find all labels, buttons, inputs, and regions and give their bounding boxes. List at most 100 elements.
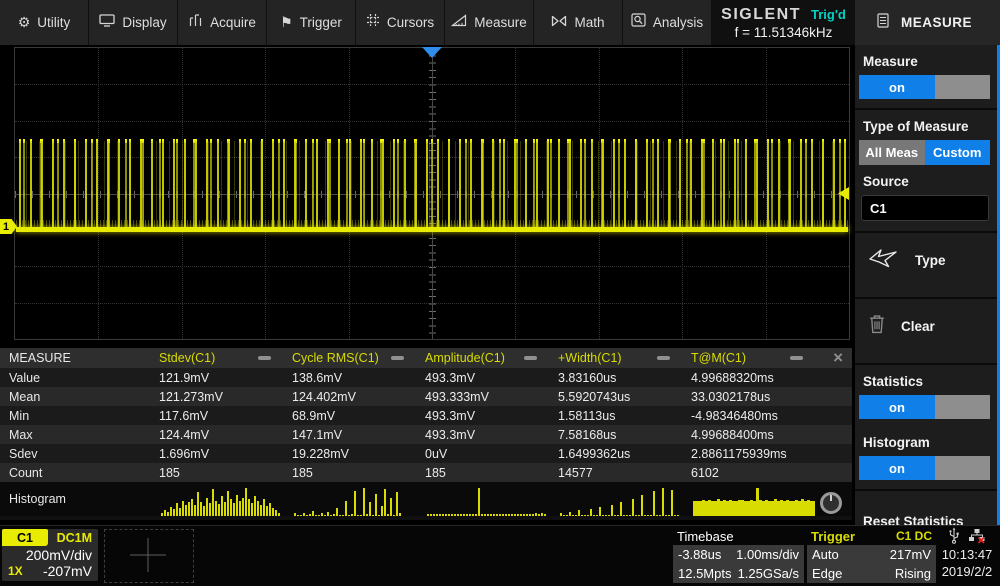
histogram-bar xyxy=(188,502,190,516)
minus-icon[interactable] xyxy=(524,356,537,360)
histogram-bar xyxy=(544,514,546,516)
statistics-toggle[interactable]: on xyxy=(859,395,990,419)
clear-button-label: Clear xyxy=(901,319,935,334)
close-icon[interactable]: × xyxy=(833,349,843,367)
histogram-bar xyxy=(575,515,577,516)
clear-button[interactable]: Clear xyxy=(855,299,997,354)
histogram-bar xyxy=(563,515,565,516)
minus-icon[interactable] xyxy=(657,356,670,360)
histogram-bar xyxy=(614,515,616,516)
menu-display-label: Display xyxy=(122,15,166,30)
histogram-bar xyxy=(173,509,175,516)
measurement-value: 7.58168us xyxy=(549,428,682,442)
histogram-bar xyxy=(656,515,658,516)
trigger-type: Edge xyxy=(812,566,872,581)
histogram-bar xyxy=(390,498,392,516)
all-meas-button[interactable]: All Meas xyxy=(859,140,925,165)
histogram-bar xyxy=(266,506,268,516)
pwidth-histogram xyxy=(558,486,682,516)
histogram-bar xyxy=(239,501,241,516)
menu-math[interactable]: Math xyxy=(534,0,623,45)
menu-measure[interactable]: Measure xyxy=(445,0,534,45)
histogram-bar xyxy=(611,505,613,516)
tam-histogram xyxy=(691,486,815,516)
minus-icon[interactable] xyxy=(258,356,271,360)
measurement-table: MEASURE Stdev(C1) Cycle RMS(C1) Amplitud… xyxy=(0,348,852,520)
stdev-histogram xyxy=(159,486,283,516)
siglent-logo: SIGLENT xyxy=(721,6,801,24)
histogram-bar xyxy=(294,513,296,516)
table-row: Value121.9mV138.6mV493.3mV3.83160us4.996… xyxy=(0,368,852,387)
histogram-bar xyxy=(179,508,181,516)
knob-icon[interactable] xyxy=(820,492,842,514)
histogram-bar xyxy=(626,515,628,516)
measure-toggle[interactable]: on xyxy=(859,75,990,99)
menu-display[interactable]: Display xyxy=(89,0,178,45)
measurement-value: -4.98346480ms xyxy=(682,409,815,423)
display-icon xyxy=(99,14,115,32)
histogram-bar xyxy=(182,501,184,516)
histogram-bar xyxy=(647,515,649,516)
type-icon xyxy=(868,247,900,274)
measurement-value: 124.402mV xyxy=(283,390,416,404)
menu-analysis[interactable]: Analysis xyxy=(623,0,712,45)
minus-icon[interactable] xyxy=(391,356,404,360)
row-label: Value xyxy=(0,371,150,385)
histogram-bar xyxy=(357,515,359,516)
histogram-bar xyxy=(306,515,308,516)
histogram-bar xyxy=(176,503,178,516)
table-row: Count185185185145776102 xyxy=(0,463,852,482)
table-row: Mean121.273mV124.402mV493.333mV5.5920743… xyxy=(0,387,852,406)
histogram-bar xyxy=(560,513,562,516)
histogram-bar xyxy=(517,514,519,516)
histogram-bar xyxy=(218,504,220,516)
source-select[interactable]: C1 xyxy=(861,195,989,221)
oscilloscope-screen: ⚙ Utility Display Acquire ⚑ Trigger Curs… xyxy=(0,0,1000,586)
measurement-value: 493.3mV xyxy=(416,428,549,442)
trigger-box[interactable]: Trigger C1 DC Auto 217mV Edge Rising xyxy=(807,528,936,584)
channel-1-info-box[interactable]: C1 DC1M 200mV/div 1X -207mV xyxy=(2,529,98,581)
menu-acquire[interactable]: Acquire xyxy=(178,0,267,45)
histogram-bar xyxy=(170,507,172,516)
row-label: Sdev xyxy=(0,447,150,461)
histogram-bar xyxy=(366,514,368,516)
channel-1-tab[interactable]: C1 xyxy=(2,529,48,546)
menu-trigger[interactable]: ⚑ Trigger xyxy=(267,0,356,45)
waveform-display[interactable]: 1 xyxy=(0,45,855,345)
timebase-title: Timebase xyxy=(673,528,804,545)
measurement-value: 147.1mV xyxy=(283,428,416,442)
menu-acquire-label: Acquire xyxy=(210,15,256,30)
measurement-value: 1.58113us xyxy=(549,409,682,423)
histogram-bar xyxy=(671,490,673,516)
histogram-bar xyxy=(321,513,323,516)
histogram-bar xyxy=(472,514,474,516)
type-button[interactable]: Type xyxy=(855,233,997,288)
histogram-bar xyxy=(345,501,347,516)
histogram-bar xyxy=(212,489,214,516)
trigger-position-marker[interactable] xyxy=(422,47,442,58)
measurement-value: 14577 xyxy=(549,466,682,480)
histogram-bar xyxy=(599,507,601,516)
histogram-bar xyxy=(309,514,311,516)
histogram-bar xyxy=(659,515,661,516)
cursors-icon xyxy=(366,13,380,32)
custom-button[interactable]: Custom xyxy=(925,140,991,165)
histogram-bar xyxy=(635,515,637,516)
histogram-bar xyxy=(167,512,169,516)
channel-1-marker-label: 1 xyxy=(3,221,9,233)
statistics-label: Statistics xyxy=(863,374,997,389)
menu-utility[interactable]: ⚙ Utility xyxy=(0,0,89,45)
channel-coupling: DC1M xyxy=(57,531,92,545)
histogram-bar xyxy=(236,495,238,516)
minus-icon[interactable] xyxy=(790,356,803,360)
histogram-bar xyxy=(475,514,477,516)
histogram-toggle[interactable]: on xyxy=(859,456,990,480)
measurement-value: 33.0302178us xyxy=(682,390,815,404)
trigger-status-badge: Trig'd xyxy=(811,7,846,22)
timebase-box[interactable]: Timebase -3.88us 1.00ms/div 12.5Mpts 1.2… xyxy=(673,528,804,584)
timebase-sample-rate: 1.25GSa/s xyxy=(736,566,799,581)
menu-measure-label: Measure xyxy=(474,15,527,30)
frequency-readout: f = 11.51346kHz xyxy=(735,25,833,40)
measurement-value: 493.333mV xyxy=(416,390,549,404)
menu-cursors[interactable]: Cursors xyxy=(356,0,445,45)
